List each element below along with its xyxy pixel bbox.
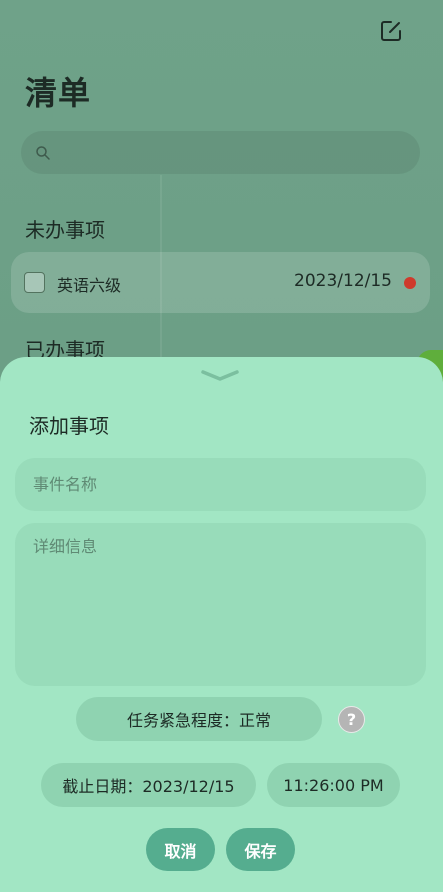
urgency-label: 任务紧急程度：正常 — [126, 711, 271, 730]
save-label: 保存 — [244, 841, 277, 861]
help-text: ? — [346, 710, 357, 729]
priority-dot — [404, 277, 416, 289]
todo-checkbox[interactable] — [24, 272, 45, 293]
add-item-sheet: 添加事项 任务紧急程度：正常 ? 截止日期：2023/12/15 11:26:0… — [0, 357, 443, 892]
question-icon[interactable]: ? — [338, 706, 365, 733]
sheet-handle[interactable] — [200, 367, 240, 381]
urgency-selector[interactable]: 任务紧急程度：正常 — [76, 697, 322, 741]
todo-section-title: 未办事项 — [25, 218, 105, 242]
detail-input[interactable] — [15, 523, 426, 686]
cancel-label: 取消 — [164, 841, 197, 861]
list-item[interactable]: 英语六级 2023/12/15 — [11, 252, 430, 313]
event-name-input[interactable] — [15, 458, 426, 511]
search-icon — [36, 146, 50, 160]
time-picker[interactable]: 11:26:00 PM — [267, 763, 400, 807]
chevron-down-icon — [201, 370, 239, 381]
page-title: 清单 — [25, 74, 92, 112]
cancel-button[interactable]: 取消 — [146, 828, 215, 871]
edit-button[interactable] — [378, 18, 404, 44]
deadline-label: 截止日期：2023/12/15 — [62, 777, 235, 796]
sheet-title: 添加事项 — [29, 414, 109, 438]
todo-name: 英语六级 — [57, 276, 122, 295]
edit-square-icon — [381, 21, 401, 41]
search-bar[interactable] — [21, 131, 420, 174]
deadline-picker[interactable]: 截止日期：2023/12/15 — [41, 763, 256, 807]
time-label: 11:26:00 PM — [283, 775, 384, 795]
todo-date: 2023/12/15 — [294, 271, 392, 291]
save-button[interactable]: 保存 — [226, 828, 295, 871]
